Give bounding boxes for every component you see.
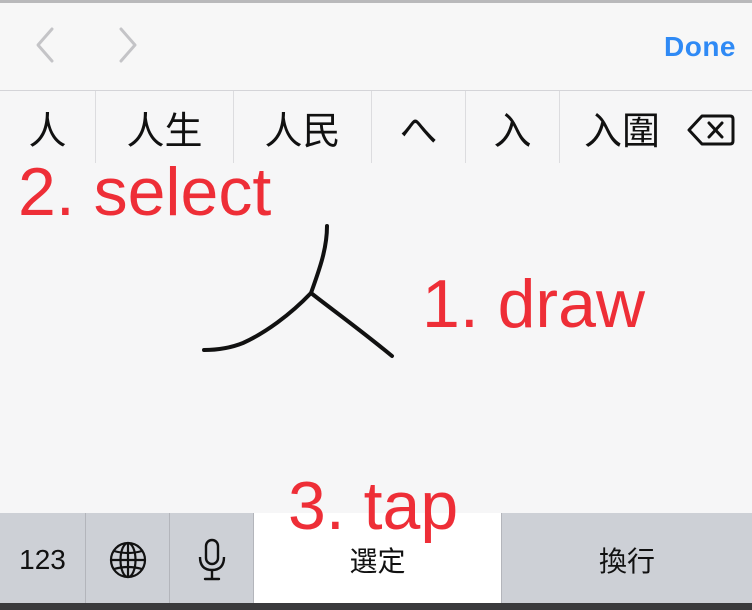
candidate-item[interactable]: 入 <box>466 91 560 163</box>
microphone-icon <box>198 538 225 580</box>
return-key[interactable]: 換行 <box>502 513 752 606</box>
chevron-right-icon[interactable] <box>113 25 143 65</box>
globe-icon <box>109 541 146 578</box>
annotation-draw: 1. draw <box>422 266 645 342</box>
candidate-bar: 人 人生 人民 へ 入 入圍 <box>0 91 752 163</box>
candidate-item[interactable]: へ <box>372 91 466 163</box>
candidate-item[interactable]: 人生 <box>96 91 234 163</box>
microphone-key[interactable] <box>170 513 254 606</box>
bottom-edge <box>0 603 752 610</box>
candidate-item[interactable]: 人民 <box>234 91 372 163</box>
input-accessory-bar: Done <box>0 0 752 91</box>
globe-key[interactable] <box>86 513 170 606</box>
numbers-key[interactable]: 123 <box>0 513 86 606</box>
annotation-select: 2. select <box>18 154 272 230</box>
backspace-icon[interactable] <box>686 110 736 150</box>
done-button[interactable]: Done <box>664 31 736 63</box>
annotation-tap: 3. tap <box>288 468 459 544</box>
candidate-item[interactable]: 人 <box>0 91 96 163</box>
candidate-item[interactable]: 入圍 <box>560 91 662 163</box>
chevron-left-icon[interactable] <box>30 25 60 65</box>
